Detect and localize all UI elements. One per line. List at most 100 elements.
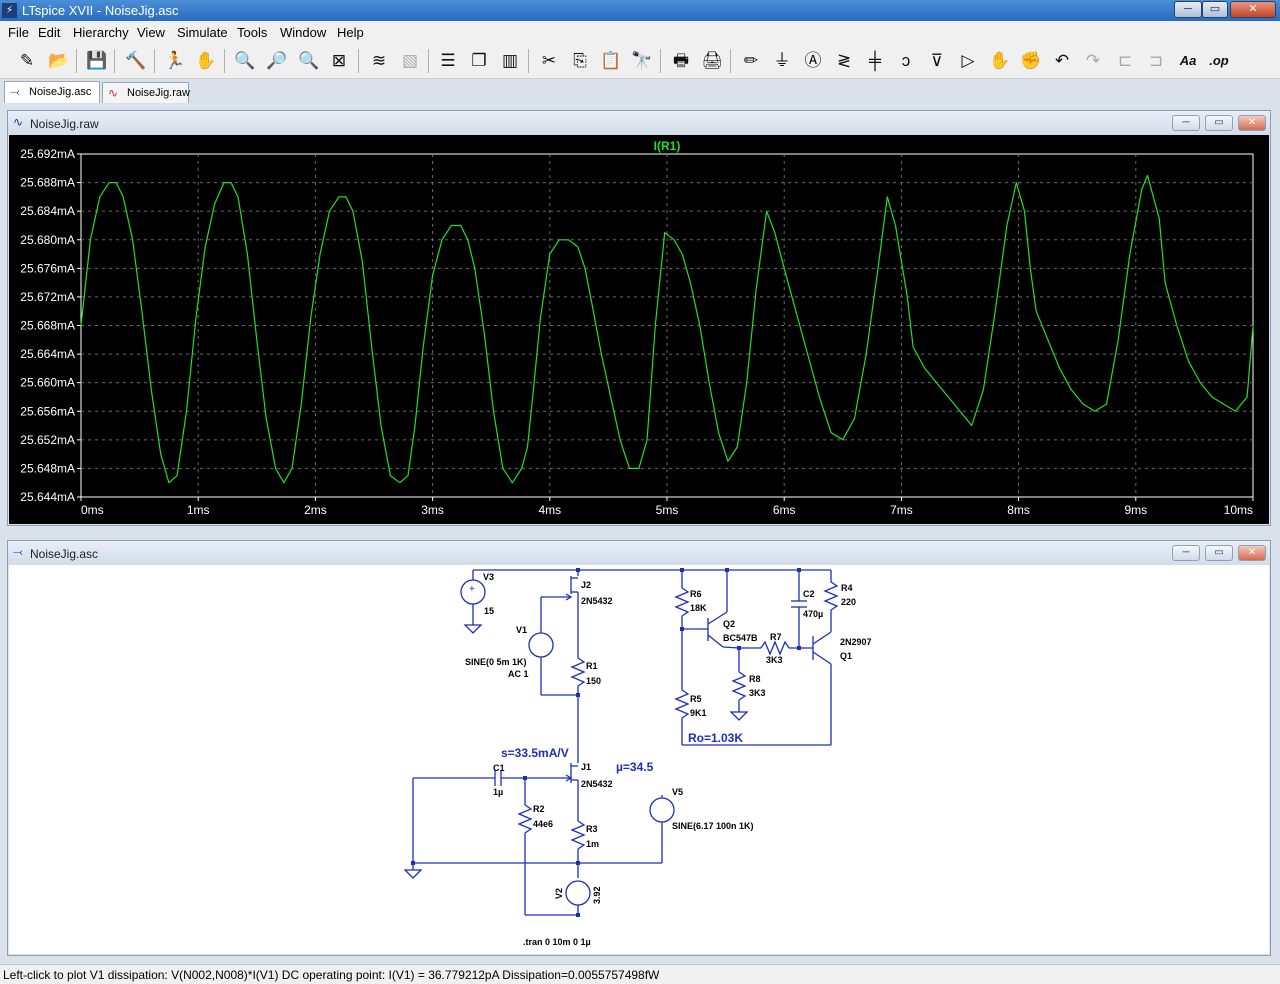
plot-minimize-button[interactable]: ─ — [1172, 115, 1200, 131]
schematic-canvas[interactable]: + V3 15 J2 2N5432 V1 SINE(0 5m 1K) AC 1 … — [9, 565, 1269, 954]
print-setup-icon[interactable]: 🖨 — [699, 48, 725, 74]
r1-resistor-symbol[interactable] — [570, 657, 586, 687]
r8-resistor-symbol[interactable] — [731, 671, 747, 701]
waveform-chart[interactable]: 25.692mA 25.688mA 25.684mA 25.680mA 25.676mA… — [9, 135, 1271, 526]
tile-vertical-icon[interactable]: ▥ — [497, 48, 523, 74]
halt-icon[interactable]: ✋ — [193, 48, 219, 74]
zoom-in-icon[interactable]: 🔍 — [232, 48, 258, 74]
v1-source-symbol[interactable] — [528, 632, 554, 658]
r4-resistor-symbol[interactable] — [823, 581, 839, 611]
r6-value[interactable]: 18K — [690, 603, 707, 613]
spice-directive-icon[interactable]: .op — [1206, 48, 1232, 74]
r6-label[interactable]: R6 — [690, 589, 702, 599]
v2-label[interactable]: V2 — [554, 888, 564, 899]
v1-ac[interactable]: AC 1 — [508, 669, 529, 679]
v2-source-symbol[interactable] — [565, 880, 591, 906]
schematic-maximize-button[interactable]: ▭ — [1205, 545, 1233, 561]
q1-model[interactable]: 2N2907 — [840, 637, 872, 647]
r7-label[interactable]: R7 — [770, 632, 782, 642]
r5-resistor-symbol[interactable] — [674, 689, 690, 719]
control-panel-icon[interactable]: 🔨 — [123, 48, 149, 74]
copy-icon[interactable]: ⎘ — [567, 48, 593, 74]
r5-value[interactable]: 9K1 — [690, 708, 707, 718]
ground-icon[interactable]: ⏚ — [769, 48, 795, 74]
menu-simulate[interactable]: Simulate — [177, 25, 228, 40]
r7-resistor-symbol[interactable] — [760, 640, 790, 656]
schematic-minimize-button[interactable]: ─ — [1172, 545, 1200, 561]
tab-noisejig-raw[interactable]: ∿ NoiseJig.raw — [102, 82, 190, 103]
r3-resistor-symbol[interactable] — [570, 820, 586, 850]
schematic-drawing[interactable]: + V3 15 J2 2N5432 V1 SINE(0 5m 1K) AC 1 … — [9, 565, 1271, 956]
v2-value[interactable]: 3.92 — [592, 886, 602, 904]
cascade-icon[interactable]: ❐ — [466, 48, 492, 74]
v5-label[interactable]: V5 — [672, 787, 683, 797]
ltspice-icon[interactable]: ⚡ — [2, 3, 17, 18]
plot-maximize-button[interactable]: ▭ — [1205, 115, 1233, 131]
c1-label[interactable]: C1 — [493, 763, 505, 773]
menu-view[interactable]: View — [137, 25, 165, 40]
menu-window[interactable]: Window — [280, 25, 326, 40]
q2-model[interactable]: BC547B — [723, 633, 758, 643]
zoom-fit-icon[interactable]: ⊠ — [326, 48, 352, 74]
v5-source-symbol[interactable] — [649, 797, 675, 823]
r6-resistor-symbol[interactable] — [674, 587, 690, 617]
r2-resistor-symbol[interactable] — [517, 804, 533, 834]
diode-icon[interactable]: ⊽ — [924, 48, 950, 74]
plot-area[interactable]: 25.692mA 25.688mA 25.684mA 25.680mA 25.676mA… — [9, 135, 1269, 524]
zoom-out-icon[interactable]: 🔍 — [296, 48, 322, 74]
j2-label[interactable]: J2 — [581, 580, 591, 590]
zoom-pan-icon[interactable]: 🔎 — [264, 48, 290, 74]
menu-file[interactable]: File — [8, 25, 29, 40]
label-net-icon[interactable]: Ⓐ — [800, 48, 826, 74]
v1-value[interactable]: SINE(0 5m 1K) — [465, 657, 527, 667]
q2-label[interactable]: Q2 — [723, 619, 735, 629]
menu-edit[interactable]: Edit — [38, 25, 60, 40]
r8-value[interactable]: 3K3 — [749, 688, 766, 698]
component-icon[interactable]: ▷ — [955, 48, 981, 74]
text-icon[interactable]: Aa — [1175, 48, 1201, 74]
q1-label[interactable]: Q1 — [840, 651, 852, 661]
draw-wire-icon[interactable]: ✏ — [738, 48, 764, 74]
j2-model[interactable]: 2N5432 — [581, 596, 613, 606]
r1-label[interactable]: R1 — [586, 661, 598, 671]
r2-label[interactable]: R2 — [533, 804, 545, 814]
plot-window-titlebar[interactable]: ∿ NoiseJig.raw ─ ▭ ✕ — [8, 111, 1270, 135]
v3-value[interactable]: 15 — [484, 606, 494, 616]
inductor-icon[interactable]: ↄ — [893, 48, 919, 74]
mirror-icon[interactable]: ⊐ — [1143, 48, 1169, 74]
maximize-button[interactable]: ▭ — [1202, 1, 1228, 18]
r8-label[interactable]: R8 — [749, 674, 761, 684]
redo-icon[interactable]: ↷ — [1080, 48, 1106, 74]
autorange-icon[interactable]: ≋ — [366, 48, 392, 74]
c1-value[interactable]: 1µ — [493, 787, 503, 797]
capacitor-icon[interactable]: ╪ — [862, 48, 888, 74]
c2-value[interactable]: 470µ — [803, 609, 823, 619]
r4-label[interactable]: R4 — [841, 583, 853, 593]
r2-value[interactable]: 44e6 — [533, 819, 553, 829]
tile-horizontal-icon[interactable]: ☰ — [435, 48, 461, 74]
r1-value[interactable]: 150 — [586, 676, 601, 686]
j1-label[interactable]: J1 — [581, 762, 591, 772]
j1-model[interactable]: 2N5432 — [581, 779, 613, 789]
r4-value[interactable]: 220 — [841, 597, 856, 607]
new-schematic-icon[interactable]: ✎ — [14, 48, 40, 74]
menu-help[interactable]: Help — [337, 25, 364, 40]
plot-close-button[interactable]: ✕ — [1238, 115, 1266, 131]
r5-label[interactable]: R5 — [690, 694, 702, 704]
c2-label[interactable]: C2 — [803, 589, 815, 599]
resistor-icon[interactable]: ≷ — [831, 48, 857, 74]
tab-noisejig-asc[interactable]: ⤙ NoiseJig.asc — [4, 81, 100, 103]
print-icon[interactable]: 🖶 — [668, 48, 694, 74]
rotate-icon[interactable]: ⊏ — [1112, 48, 1138, 74]
r7-value[interactable]: 3K3 — [766, 655, 783, 665]
v1-label[interactable]: V1 — [516, 625, 527, 635]
run-icon[interactable]: 🏃 — [162, 48, 188, 74]
v3-label[interactable]: V3 — [483, 572, 494, 582]
trace-title[interactable]: I(R1) — [654, 139, 681, 153]
schematic-window-titlebar[interactable]: ⤙ NoiseJig.asc ─ ▭ ✕ — [8, 541, 1270, 565]
menu-tools[interactable]: Tools — [237, 25, 267, 40]
r3-label[interactable]: R3 — [586, 824, 598, 834]
r3-value[interactable]: 1m — [586, 839, 599, 849]
find-icon[interactable]: 🔭 — [629, 48, 655, 74]
paste-icon[interactable]: 📋 — [598, 48, 624, 74]
